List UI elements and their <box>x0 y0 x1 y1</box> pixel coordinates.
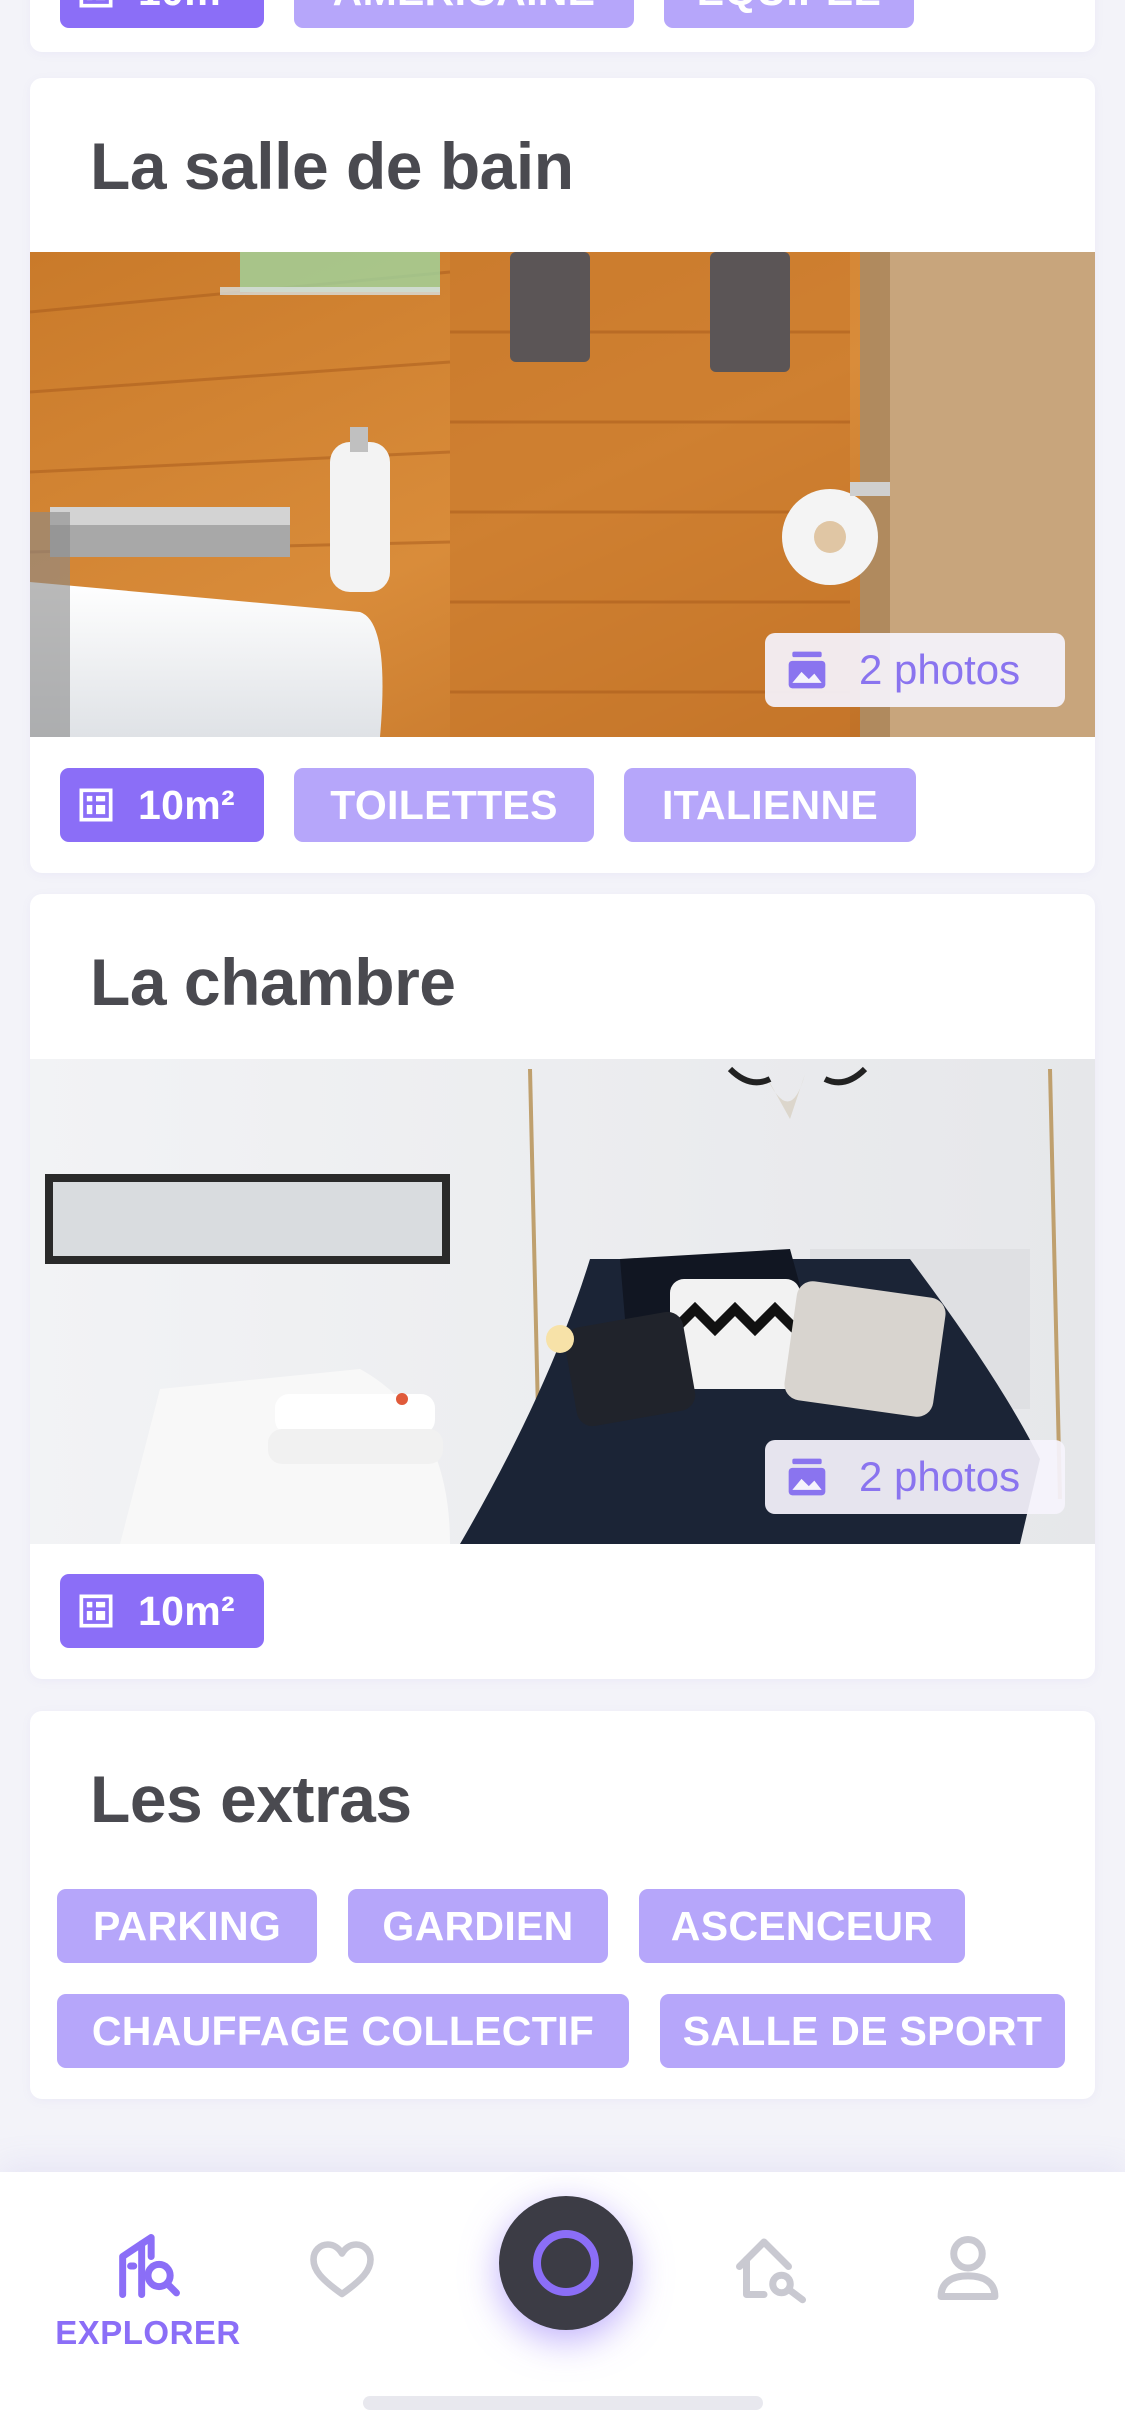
photo-count-label: 2 photos <box>859 646 1021 693</box>
center-action-button[interactable] <box>499 2196 633 2330</box>
feature-chip: ITALIENNE <box>624 768 916 842</box>
bedroom-photo[interactable]: 2 photos <box>30 1059 1095 1544</box>
photo-count-badge[interactable]: 2 photos <box>765 633 1065 707</box>
feature-chip-label: TOILETTES <box>330 781 558 828</box>
heart-icon <box>310 2241 374 2298</box>
tab-profile[interactable] <box>928 2230 1008 2306</box>
extra-chip-label: ASCENCEUR <box>670 1902 934 1949</box>
area-chip: 10m² <box>60 0 264 28</box>
center-ring-icon <box>533 2230 599 2296</box>
section-title: Les extras <box>90 1762 412 1836</box>
tab-explorer[interactable]: EXPLORER <box>55 2228 241 2352</box>
feature-chip-label: AMÉRICAINE <box>333 0 596 15</box>
house-key-icon <box>736 2238 806 2304</box>
photo-count-badge[interactable]: 2 photos <box>765 1440 1065 1514</box>
feature-chip: TOILETTES <box>294 768 594 842</box>
area-icon <box>79 788 113 822</box>
tab-explorer-label: EXPLORER <box>55 2314 241 2351</box>
extra-chip: SALLE DE SPORT <box>660 1994 1065 2068</box>
area-chip-label: 10m² <box>138 1587 235 1634</box>
screen: 10m² AMÉRICAINE ÉQUIPÉE La salle de bain <box>0 0 1125 2436</box>
section-title: La salle de bain <box>90 129 574 203</box>
section-title: La chambre <box>90 945 456 1019</box>
area-icon <box>79 0 113 8</box>
extra-chip: ASCENCEUR <box>639 1889 965 1963</box>
extra-chip-label: PARKING <box>92 1902 282 1949</box>
tab-favorites[interactable] <box>302 2234 382 2306</box>
feature-chip-label: ITALIENNE <box>661 781 879 828</box>
tab-my-home[interactable] <box>726 2228 816 2312</box>
extras-card: Les extras PARKING GARDIEN ASCENCEUR CHA… <box>30 1711 1095 2099</box>
extra-chip: GARDIEN <box>348 1889 608 1963</box>
gallery-icon <box>788 1458 826 1496</box>
area-chip-label: 10m² <box>138 781 235 828</box>
area-chip: 10m² <box>60 768 264 842</box>
feature-chip: AMÉRICAINE <box>294 0 634 28</box>
area-chip-label: 10m² <box>138 0 235 15</box>
extra-chip-label: CHAUFFAGE COLLECTIF <box>91 2007 595 2054</box>
feature-chip: ÉQUIPÉE <box>664 0 914 28</box>
profile-icon <box>937 2236 999 2300</box>
kitchen-card-partial: 10m² AMÉRICAINE ÉQUIPÉE <box>30 0 1095 52</box>
extra-chip-label: SALLE DE SPORT <box>682 2007 1043 2054</box>
gallery-icon <box>788 651 826 689</box>
extra-chip-label: GARDIEN <box>382 1902 574 1949</box>
extra-chip: PARKING <box>57 1889 317 1963</box>
area-chip: 10m² <box>60 1574 264 1648</box>
home-indicator[interactable] <box>363 2396 763 2410</box>
area-icon <box>79 1594 113 1628</box>
explore-icon <box>119 2234 180 2298</box>
bathroom-photo[interactable]: 2 photos <box>30 252 1095 737</box>
photo-count-label: 2 photos <box>859 1453 1021 1500</box>
feature-chip-label: ÉQUIPÉE <box>697 0 881 15</box>
bedroom-card: La chambre 2 photos 10m² <box>30 894 1095 1679</box>
bathroom-card: La salle de bain 2 photos 10m² TOILETTES… <box>30 78 1095 873</box>
extra-chip: CHAUFFAGE COLLECTIF <box>57 1994 629 2068</box>
